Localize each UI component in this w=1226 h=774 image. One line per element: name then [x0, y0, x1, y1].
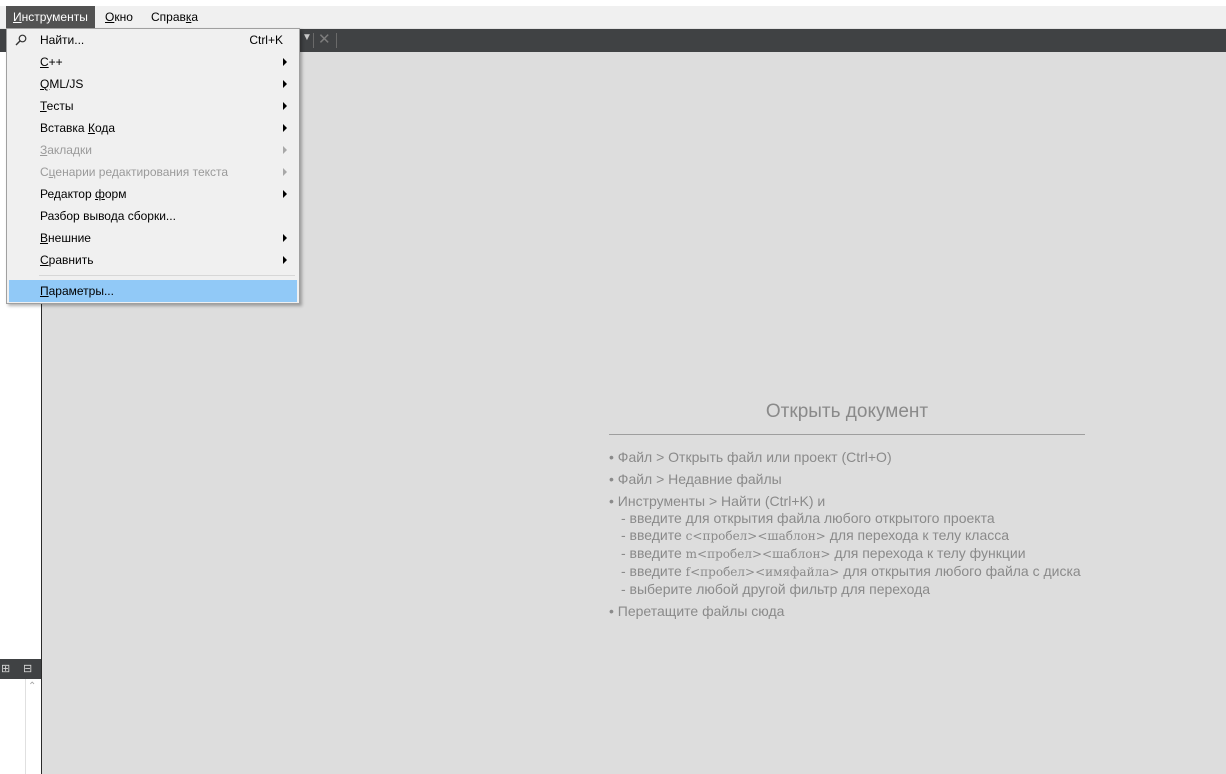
hint-sub-project: - введите для открытия файла любого откр…: [621, 510, 995, 526]
menu-help[interactable]: Справка: [144, 6, 205, 28]
submenu-arrow-icon: [283, 146, 287, 154]
dropdown-arrow-icon[interactable]: ▼: [302, 32, 312, 43]
scroll-up-icon[interactable]: ⌃: [28, 681, 36, 692]
left-scrollbar[interactable]: ⌃: [25, 679, 41, 774]
left-sidebar-toolbar: ⊞ ⊟: [0, 659, 41, 679]
search-icon: [15, 34, 27, 46]
hint-line-recent: • Файл > Недавние файлы: [609, 471, 782, 487]
submenu-arrow-icon: [283, 234, 287, 242]
menu-item-qml-js[interactable]: QML/JS: [9, 73, 297, 95]
hint-line-open: • Файл > Открыть файл или проект (Ctrl+O…: [609, 449, 892, 465]
menu-bar: Инструменты Окно Справка: [0, 6, 1226, 29]
menu-item-options[interactable]: Параметры...: [9, 280, 297, 302]
submenu-arrow-icon: [283, 168, 287, 176]
collapse-icon[interactable]: ⊟: [23, 661, 32, 677]
menu-separator: [39, 275, 295, 276]
hint-divider: [609, 434, 1085, 435]
split-add-icon[interactable]: ⊞: [1, 661, 10, 677]
hint-line-find: • Инструменты > Найти (Ctrl+K) и: [609, 493, 826, 509]
tools-dropdown-menu: Найти... Ctrl+K C++ QML/JS Тесты Вставка…: [6, 28, 300, 304]
toolbar-separator: [336, 33, 337, 48]
submenu-arrow-icon: [283, 256, 287, 264]
hint-sub-filter: - выберите любой другой фильтр для перех…: [621, 581, 931, 597]
menu-item-external[interactable]: Внешние: [9, 227, 297, 249]
submenu-arrow-icon: [283, 190, 287, 198]
menu-item-text-editing-scripts: Сценарии редактирования текста: [9, 161, 297, 183]
menu-tools[interactable]: Инструменты: [6, 6, 95, 28]
menu-item-parse-build-output[interactable]: Разбор вывода сборки...: [9, 205, 297, 227]
menu-item-find[interactable]: Найти... Ctrl+K: [9, 29, 297, 51]
submenu-arrow-icon: [283, 102, 287, 110]
hint-line-drag: • Перетащите файлы сюда: [609, 603, 785, 619]
menu-item-diff[interactable]: Сравнить: [9, 249, 297, 271]
shortcut-label: Ctrl+K: [249, 33, 283, 47]
submenu-arrow-icon: [283, 124, 287, 132]
menu-item-tests[interactable]: Тесты: [9, 95, 297, 117]
hint-sub-function: - введите m<пробел><шаблон> для перехода…: [621, 545, 1026, 561]
menu-item-form-editor[interactable]: Редактор форм: [9, 183, 297, 205]
hint-title: Открыть документ: [765, 401, 929, 422]
menu-item-bookmarks: Закладки: [9, 139, 297, 161]
toolbar-separator: [313, 33, 314, 48]
close-document-icon[interactable]: ✕: [318, 31, 331, 49]
submenu-arrow-icon: [283, 58, 287, 66]
hint-sub-class: - введите c<пробел><шаблон> для перехода…: [621, 527, 1010, 543]
menu-item-insert-snippet[interactable]: Вставка Кода: [9, 117, 297, 139]
hint-sub-file: - введите f<пробел><имяфайла> для открыт…: [621, 563, 1081, 579]
menu-item-cpp[interactable]: C++: [9, 51, 297, 73]
menu-window[interactable]: Окно: [98, 6, 140, 28]
submenu-arrow-icon: [283, 80, 287, 88]
